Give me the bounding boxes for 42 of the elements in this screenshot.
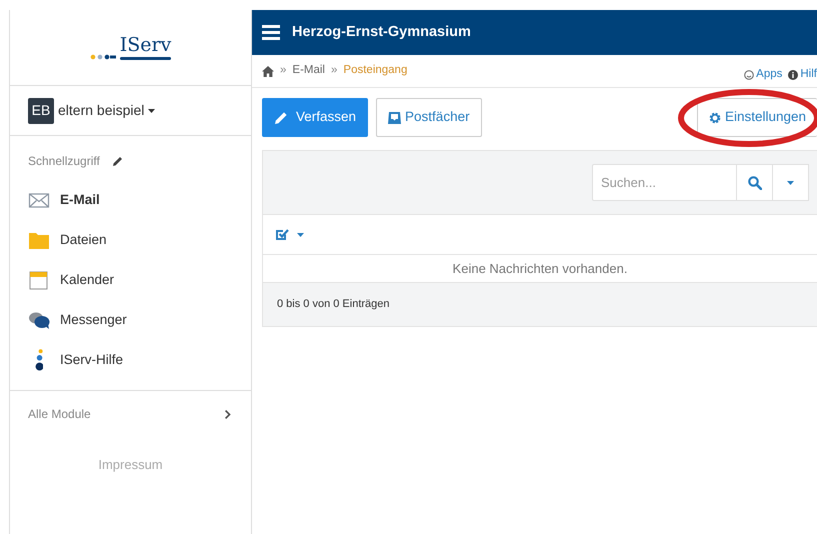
search-icon [748, 176, 762, 190]
caret-icon [148, 108, 156, 112]
user-avatar: EB [28, 98, 54, 124]
search-field[interactable]: Suchen... [592, 164, 737, 201]
header-link[interactable]: Apps [744, 66, 782, 84]
smiley-icon [744, 70, 754, 80]
section-label: Schnellzugriff [28, 153, 100, 170]
gear-icon [708, 112, 721, 124]
caret-icon[interactable] [297, 232, 304, 236]
school-title: Herzog-Ernst-Gymnasium [292, 22, 471, 42]
imprint-link[interactable]: Impressum [98, 457, 163, 472]
sidebar-item[interactable]: E-Mail [28, 180, 100, 220]
help-dots-icon [35, 349, 43, 371]
caret-icon [787, 180, 794, 184]
mailboxes-button[interactable]: Postfächer [376, 98, 482, 137]
checkbox-icon[interactable] [275, 228, 289, 241]
chevron-right-icon[interactable] [225, 410, 231, 418]
empty-message: Keine Nachrichten vorhanden. [452, 260, 628, 278]
sidebar-item[interactable]: Kalender [28, 260, 114, 300]
help-icon [788, 70, 798, 80]
pencil-icon [274, 110, 288, 124]
search-button[interactable] [737, 164, 773, 201]
user-menu[interactable]: eltern beispiel [58, 100, 144, 121]
settings-button[interactable]: Einstellungen [696, 98, 817, 137]
breadcrumb-link[interactable]: Posteingang [343, 62, 408, 80]
home-icon[interactable] [262, 66, 274, 76]
breadcrumb-separator: » [280, 63, 286, 78]
breadcrumb-link[interactable]: E-Mail [292, 62, 325, 80]
compose-button[interactable]: Verfassen [262, 98, 368, 137]
menu-icon[interactable] [262, 25, 280, 40]
dots-icon [90, 54, 116, 60]
breadcrumb-separator: » [331, 63, 338, 78]
calendar-icon [28, 269, 50, 291]
sidebar-item[interactable]: Messenger [28, 300, 127, 340]
entry-count: 0 bis 0 von 0 Einträgen [277, 297, 390, 312]
sidebar-item[interactable]: Dateien [28, 220, 107, 260]
logo: IServ [120, 36, 172, 60]
all-modules-link[interactable]: Alle Module [28, 405, 91, 423]
sidebar-item[interactable]: IServ-Hilfe [28, 340, 124, 380]
inbox-icon [388, 112, 402, 124]
pencil-icon[interactable] [112, 156, 123, 166]
header-link[interactable]: Hilf [788, 66, 817, 84]
